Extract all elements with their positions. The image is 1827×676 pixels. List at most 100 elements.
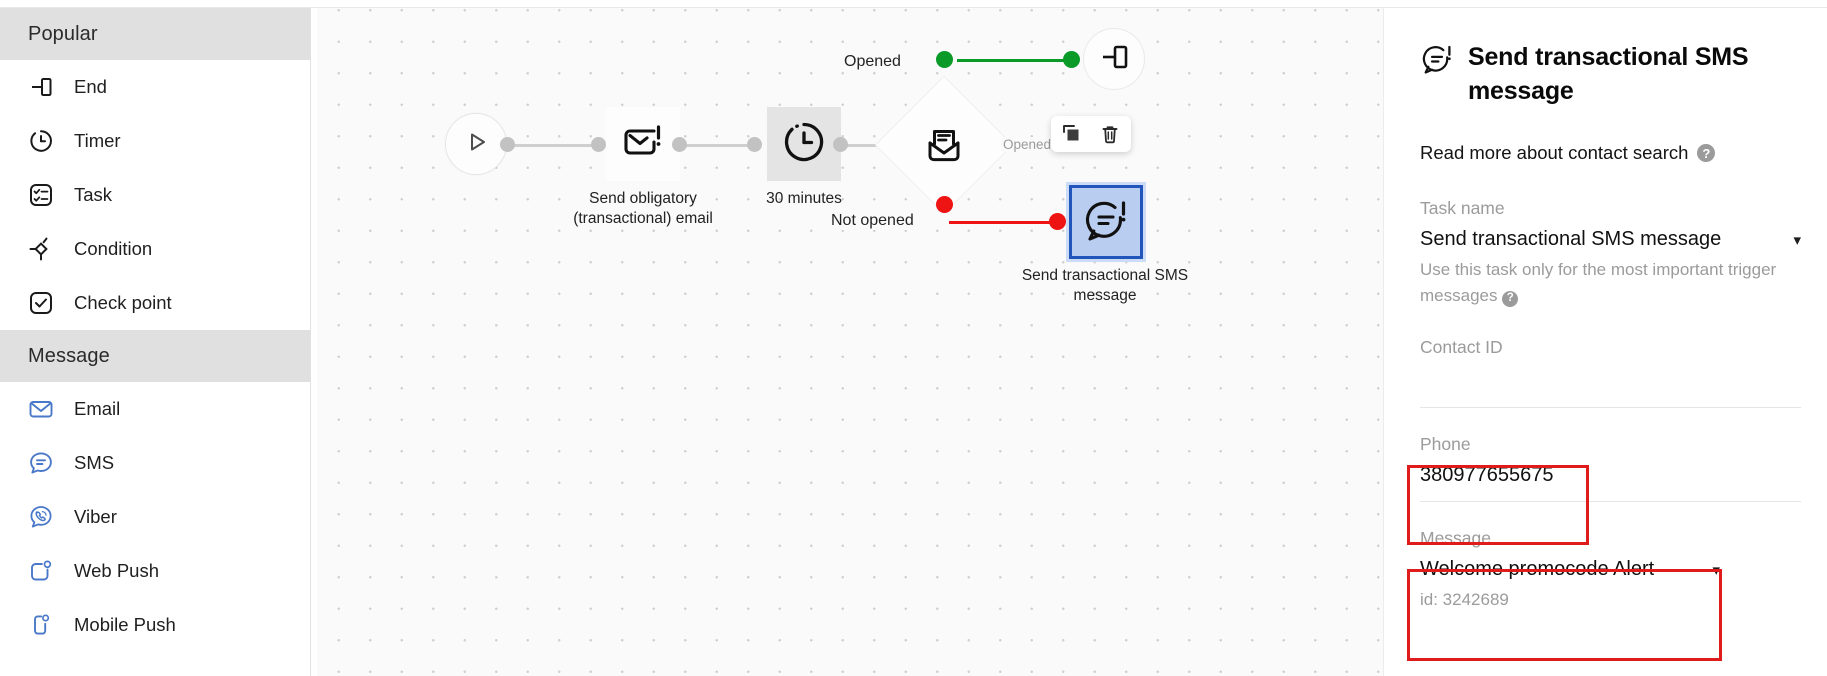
sms-alert-icon — [1420, 42, 1454, 81]
node-timer-30-minutes[interactable] — [767, 107, 841, 181]
palette-item-email[interactable]: Email — [0, 382, 310, 436]
port-end-in[interactable] — [1063, 51, 1080, 68]
palette-item-label: Email — [74, 398, 121, 419]
task-name-select[interactable]: Send transactional SMS message ▾ — [1420, 228, 1801, 251]
opened-envelope-icon — [921, 122, 967, 168]
field-value: 380977655675 — [1420, 464, 1554, 486]
palette-item-sms[interactable]: SMS — [0, 436, 310, 490]
node-end[interactable] — [1083, 28, 1145, 90]
page-title: Send transactional SMS message — [1468, 43, 1749, 105]
node-label-line1: Send transactional SMS — [1021, 267, 1189, 284]
viber-icon — [26, 502, 56, 532]
port-timer-out[interactable] — [833, 137, 848, 152]
field-hint-text: Use this task only for the most importan… — [1420, 260, 1777, 305]
palette-item-condition[interactable]: Condition — [0, 222, 310, 276]
palette-item-mobile-push[interactable]: Mobile Push — [0, 598, 310, 652]
node-label-send-transactional-sms: Send transactional SMS message — [985, 266, 1225, 306]
workflow-canvas[interactable]: Send obligatory (transactional) email 30… — [317, 8, 1384, 676]
field-contact-id[interactable]: Contact ID — [1420, 309, 1801, 408]
edge-not-opened-to-sms — [949, 221, 1057, 224]
field-hint: Use this task only for the most importan… — [1420, 257, 1801, 309]
node-send-obligatory-email[interactable] — [606, 107, 680, 181]
field-label: Task name — [1420, 198, 1505, 218]
node-start[interactable] — [445, 113, 507, 175]
palette-group-header-message: Message — [0, 330, 310, 382]
branch-label-opened: Opened — [842, 53, 903, 71]
palette-item-label: Check point — [74, 292, 172, 313]
palette-item-label: Web Push — [74, 560, 160, 581]
message-select[interactable]: Welcome promocode Alert ▾ — [1420, 558, 1720, 581]
end-icon — [26, 72, 56, 102]
field-phone[interactable]: Phone 380977655675 — [1420, 408, 1801, 502]
palette-item-end[interactable]: End — [0, 60, 310, 114]
task-icon — [26, 180, 56, 210]
panel-header: Send transactional SMS message — [1420, 40, 1801, 108]
phone-input[interactable]: 380977655675 — [1420, 464, 1801, 487]
delete-icon[interactable] — [1098, 122, 1122, 146]
node-label-line2: message — [1073, 287, 1137, 304]
palette-item-label: Condition — [74, 238, 153, 259]
check-point-icon — [26, 288, 56, 318]
port-sms-in[interactable] — [1049, 213, 1066, 230]
port-timer-in[interactable] — [747, 137, 762, 152]
field-label: Phone — [1420, 434, 1471, 454]
palette-item-label: Viber — [74, 506, 117, 527]
palette-group-title: Popular — [28, 22, 98, 45]
node-send-transactional-sms[interactable] — [1069, 185, 1143, 259]
node-label-line1: Send obligatory — [589, 190, 697, 207]
field-value: Send transactional SMS message — [1420, 228, 1722, 250]
node-condition-opened[interactable] — [876, 77, 1012, 213]
port-email-out[interactable] — [672, 137, 687, 152]
field-task-name[interactable]: Task name Send transactional SMS message… — [1420, 164, 1801, 309]
palette-group-title: Message — [28, 344, 110, 367]
email-alert-icon — [619, 118, 667, 171]
timer-icon — [780, 118, 828, 171]
help-icon[interactable]: ? — [1697, 144, 1716, 162]
field-message[interactable]: Message Welcome promocode Alert ▾ id: 32… — [1420, 502, 1801, 613]
port-email-in[interactable] — [591, 137, 606, 152]
condition-icon — [26, 234, 56, 264]
contact-search-link-label: Read more about contact search — [1420, 142, 1689, 163]
timer-icon — [26, 126, 56, 156]
port-opened[interactable] — [936, 51, 953, 68]
port-start-out[interactable] — [500, 137, 515, 152]
field-value: Welcome promocode Alert — [1420, 558, 1655, 580]
element-palette-sidebar[interactable]: Popular End Timer Task Condition Check p… — [0, 8, 311, 676]
edge-opened-to-end — [957, 59, 1071, 62]
port-not-opened[interactable] — [936, 196, 953, 213]
palette-item-timer[interactable]: Timer — [0, 114, 310, 168]
copy-icon[interactable] — [1060, 122, 1084, 146]
node-label-line2: (transactional) email — [573, 210, 713, 227]
palette-item-check-point[interactable]: Check point — [0, 276, 310, 330]
node-label-send-obligatory-email: Send obligatory (transactional) email — [536, 189, 750, 229]
node-label-timer: 30 minutes — [766, 190, 842, 207]
sms-icon — [26, 448, 56, 478]
node-context-toolbar[interactable] — [1051, 116, 1131, 152]
palette-item-viber[interactable]: Viber — [0, 490, 310, 544]
contact-search-help-link[interactable]: Read more about contact search ? — [1420, 142, 1801, 164]
palette-item-label: Timer — [74, 130, 121, 151]
chevron-down-icon[interactable]: ▾ — [1793, 231, 1801, 249]
top-strip — [0, 0, 1827, 8]
sms-alert-icon — [1082, 196, 1130, 249]
edge-start-to-email — [505, 144, 597, 147]
palette-item-label: Task — [74, 184, 113, 205]
field-label: Message — [1420, 528, 1492, 548]
help-icon[interactable]: ? — [1502, 290, 1519, 307]
web-push-icon — [26, 556, 56, 586]
end-icon — [1097, 40, 1131, 79]
palette-item-task[interactable]: Task — [0, 168, 310, 222]
palette-item-label: End — [74, 76, 107, 97]
palette-item-label: Mobile Push — [74, 614, 176, 635]
message-id-label: id: 3242689 — [1420, 590, 1509, 609]
contact-id-input[interactable] — [1420, 367, 1801, 389]
branch-label-not-opened: Not opened — [829, 212, 916, 230]
palette-group-header-popular: Popular — [0, 8, 310, 60]
play-icon — [461, 127, 491, 162]
field-label: Contact ID — [1420, 337, 1503, 357]
workflow-editor-screen: Popular End Timer Task Condition Check p… — [0, 0, 1827, 676]
chevron-down-icon[interactable]: ▾ — [1712, 561, 1720, 579]
palette-item-web-push[interactable]: Web Push — [0, 544, 310, 598]
mobile-push-icon — [26, 610, 56, 640]
node-settings-panel[interactable]: Send transactional SMS message Read more… — [1385, 8, 1827, 676]
